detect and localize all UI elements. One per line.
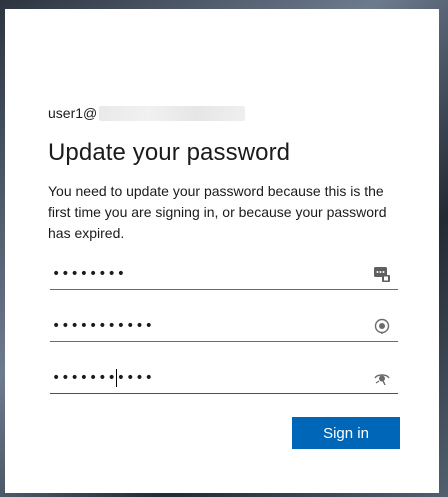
- password-reveal-icon[interactable]: [372, 316, 392, 336]
- current-password-field[interactable]: [50, 259, 398, 290]
- update-password-dialog: user1@ Update your password You need to …: [5, 9, 439, 493]
- account-identity: user1@: [48, 105, 246, 121]
- sign-in-button[interactable]: Sign in: [292, 417, 400, 449]
- password-reveal-icon[interactable]: [372, 368, 392, 388]
- redacted-email-domain: [99, 105, 246, 121]
- account-username: user1@: [48, 105, 98, 121]
- new-password-input[interactable]: [50, 313, 372, 339]
- page-description: You need to update your password because…: [48, 183, 387, 241]
- confirm-password-input[interactable]: [50, 365, 372, 391]
- confirm-password-field[interactable]: [50, 363, 398, 394]
- new-password-field[interactable]: [50, 311, 398, 342]
- page-title: Update your password: [48, 139, 291, 166]
- text-cursor: [116, 369, 117, 387]
- current-password-input[interactable]: [50, 261, 372, 287]
- password-manager-key-icon[interactable]: [372, 264, 392, 284]
